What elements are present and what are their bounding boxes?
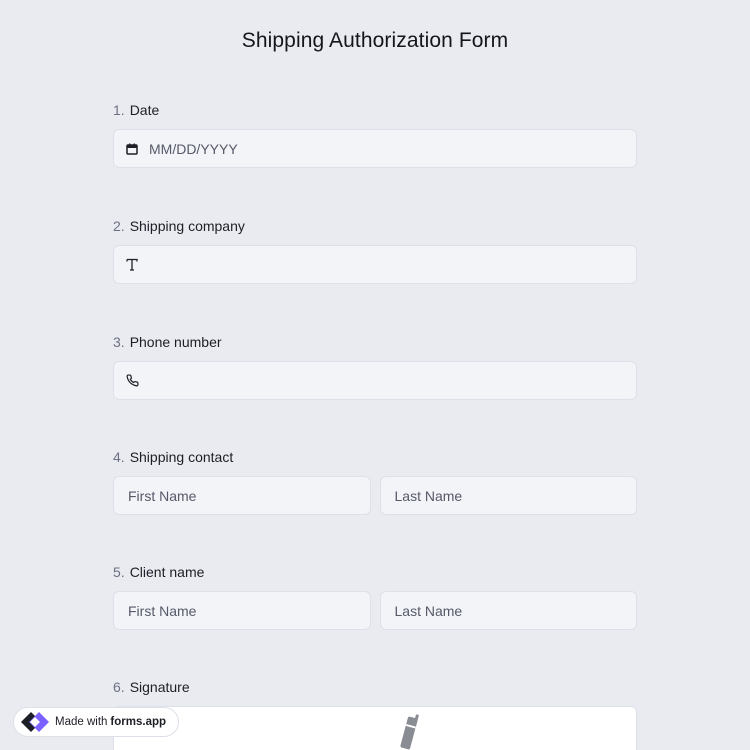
shipping-contact-last-name-input[interactable]: Last Name	[379, 476, 637, 515]
question-label: 1. Date	[113, 100, 637, 120]
made-with-forms-app-badge[interactable]: Made with forms.app	[13, 707, 180, 737]
last-name-placeholder: Last Name	[394, 487, 463, 504]
question-phone-number: 3. Phone number	[113, 332, 637, 400]
question-number: 5.	[113, 564, 125, 580]
form-page: Shipping Authorization Form 1. Date MM/D…	[0, 0, 750, 750]
question-label: 4. Shipping contact	[113, 447, 637, 467]
badge-brand: forms.app	[110, 716, 167, 728]
question-label: 3. Phone number	[113, 332, 637, 352]
question-number: 6.	[113, 679, 125, 695]
question-shipping-company: 2. Shipping company	[113, 216, 637, 284]
question-title: Shipping contact	[129, 449, 234, 465]
question-title: Date	[129, 102, 160, 118]
first-name-placeholder: First Name	[128, 602, 197, 619]
question-client-name: 5. Client name First Name Last Name	[113, 562, 637, 630]
question-number: 2.	[113, 218, 125, 234]
first-name-placeholder: First Name	[128, 487, 197, 504]
text-T-icon	[125, 258, 139, 272]
question-label: 6. Signature	[113, 677, 637, 697]
client-first-name-input[interactable]: First Name	[113, 591, 371, 630]
question-date: 1. Date MM/DD/YYYY	[113, 100, 637, 168]
client-last-name-input[interactable]: Last Name	[379, 591, 637, 630]
signature-pad[interactable]	[113, 706, 637, 750]
shipping-contact-first-name-input[interactable]: First Name	[113, 476, 371, 515]
question-title: Shipping company	[129, 218, 245, 234]
calendar-icon[interactable]	[125, 142, 139, 156]
question-signature: 6. Signature	[113, 677, 637, 750]
forms-app-logo	[21, 711, 49, 733]
question-title: Signature	[129, 679, 190, 695]
question-number: 3.	[113, 334, 125, 350]
question-number: 1.	[113, 102, 125, 118]
question-title: Client name	[129, 564, 205, 580]
phone-number-input[interactable]	[113, 361, 637, 400]
question-label: 2. Shipping company	[113, 216, 637, 236]
last-name-placeholder: Last Name	[394, 602, 463, 619]
question-number: 4.	[113, 449, 125, 465]
question-label: 5. Client name	[113, 562, 637, 582]
shipping-company-input[interactable]	[113, 245, 637, 284]
question-shipping-contact: 4. Shipping contact First Name Last Name	[113, 447, 637, 515]
name-fields: First Name Last Name	[113, 591, 637, 630]
name-fields: First Name Last Name	[113, 476, 637, 515]
date-input[interactable]: MM/DD/YYYY	[113, 129, 637, 168]
form-title: Shipping Authorization Form	[241, 29, 509, 52]
phone-icon	[125, 374, 139, 388]
date-placeholder: MM/DD/YYYY	[149, 140, 238, 157]
question-title: Phone number	[129, 334, 222, 350]
badge-prefix: Made with	[55, 716, 108, 728]
pen-icon	[396, 713, 422, 750]
